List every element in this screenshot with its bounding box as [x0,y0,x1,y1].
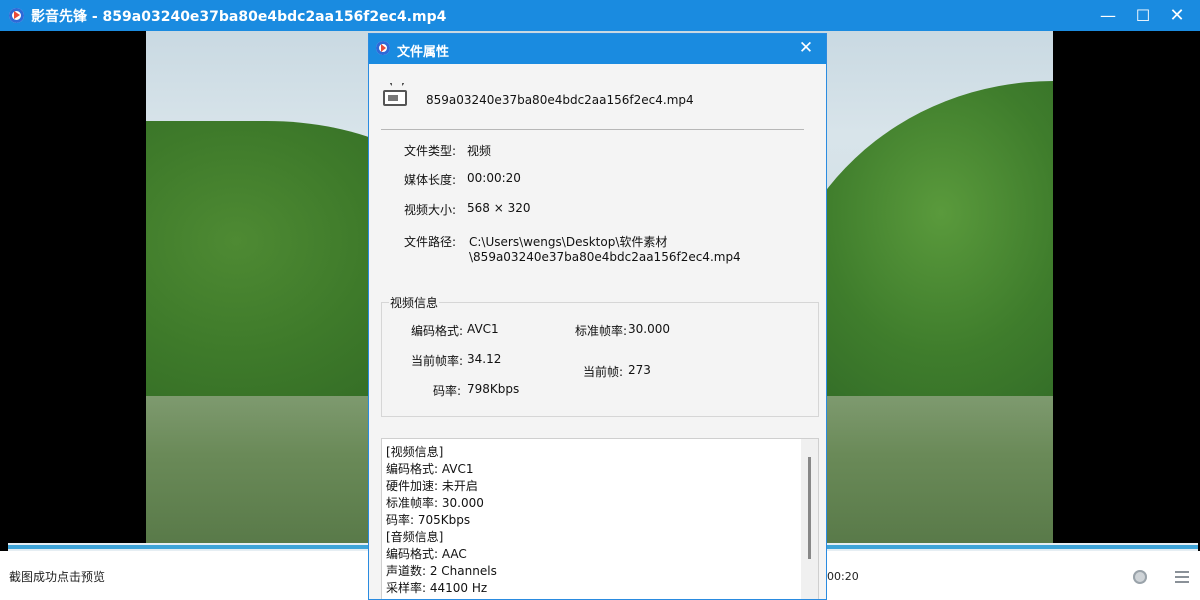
file-path-line2: \859a03240e37ba80e4bdc2aa156f2ec4.mp4 [469,250,741,264]
duration-label: 媒体长度: [404,173,457,187]
video-info-group-title: 视频信息 [389,294,440,311]
screenshot-status-link[interactable]: 截图成功点击预览 [9,568,105,585]
codec-value: AVC1 [467,322,499,336]
duration-value: 00:00:20 [467,171,521,185]
close-button[interactable]: ✕ [1162,4,1192,28]
current-frame-value: 273 [628,363,651,377]
current-fps-value: 34.12 [467,352,502,366]
app-logo-icon [376,41,390,55]
dialog-close-button[interactable]: ✕ [794,36,818,60]
details-line: [视频信息] [386,445,444,459]
details-line: 声道数: 2 Channels [386,564,497,578]
bitrate-label: 码率: [433,384,462,398]
dialog-titlebar: 文件属性 ✕ [369,34,826,64]
file-type-value: 视频 [467,144,492,158]
globe-icon[interactable] [1133,570,1147,584]
std-fps-value: 30.000 [628,322,670,336]
bitrate-value: 798Kbps [467,382,520,396]
details-line: 编码格式: AAC [386,547,467,561]
details-line: 标准帧率: 30.000 [386,496,484,510]
window-titlebar: 影音先锋 - 859a03240e37ba80e4bdc2aa156f2ec4.… [0,0,1200,31]
tv-icon [383,90,407,106]
codec-label: 编码格式: [411,324,464,338]
file-path-label: 文件路径: [404,235,457,249]
minimize-button[interactable]: — [1093,4,1123,28]
details-line: [音频信息] [386,530,444,544]
details-line: 硬件加速: 未开启 [386,479,478,493]
media-details-textbox[interactable]: [视频信息] 编码格式: AVC1 硬件加速: 未开启 标准帧率: 30.000… [381,438,819,599]
window-title: 影音先锋 - 859a03240e37ba80e4bdc2aa156f2ec4.… [31,9,447,25]
std-fps-label: 标准帧率: [575,324,628,338]
playback-time: 00:20 [827,570,859,583]
divider [381,129,804,130]
video-size-label: 视频大小: [404,203,457,217]
current-frame-label: 当前帧: [583,365,624,379]
file-type-label: 文件类型: [404,144,457,158]
file-name: 859a03240e37ba80e4bdc2aa156f2ec4.mp4 [426,93,694,107]
details-line: 码率: 705Kbps [386,513,471,527]
details-line: 编码格式: AVC1 [386,462,474,476]
maximize-button[interactable]: ☐ [1128,4,1158,28]
dialog-title: 文件属性 [397,45,450,60]
details-line: 采样率: 44100 Hz [386,581,488,595]
video-size-value: 568 × 320 [467,201,531,215]
details-scrollbar-thumb[interactable] [808,457,811,559]
file-path-line1: C:\Users\wengs\Desktop\软件素材 [469,235,668,249]
app-logo-icon [9,8,24,23]
current-fps-label: 当前帧率: [411,354,464,368]
playlist-icon[interactable] [1175,571,1189,583]
file-properties-dialog: 文件属性 ✕ 859a03240e37ba80e4bdc2aa156f2ec4.… [368,33,827,600]
